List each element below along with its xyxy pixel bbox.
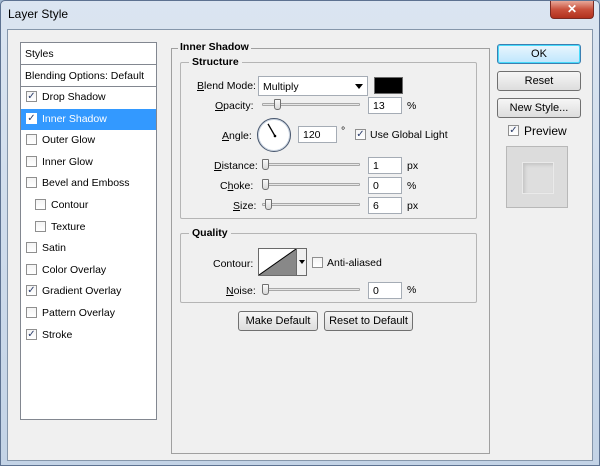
shadow-color-swatch[interactable] xyxy=(374,77,403,94)
style-checkbox[interactable]: ✓ xyxy=(26,328,37,340)
distance-label: Distance: xyxy=(214,160,258,172)
style-item-drop-shadow[interactable]: ✓ Drop Shadow xyxy=(21,87,156,109)
blending-options-item[interactable]: Blending Options: Default xyxy=(21,65,156,87)
style-item-label: Outer Glow xyxy=(42,134,96,147)
style-preview-thumbnail xyxy=(506,146,568,208)
preview-checkbox[interactable]: ✓ xyxy=(508,125,519,136)
angle-dial[interactable] xyxy=(257,118,291,152)
style-item-label: Pattern Overlay xyxy=(42,306,115,319)
style-item-label: Inner Glow xyxy=(42,155,93,168)
style-item-inner-shadow[interactable]: ✓ Inner Shadow xyxy=(21,108,156,131)
close-icon: ✕ xyxy=(566,2,578,16)
blend-mode-select[interactable]: Multiply xyxy=(258,76,368,96)
style-item-label: Stroke xyxy=(42,328,73,341)
opacity-label: Opacity: xyxy=(215,100,254,112)
style-item-pattern-overlay[interactable]: Pattern Overlay xyxy=(21,303,156,325)
style-item-stroke[interactable]: ✓ Stroke xyxy=(21,325,156,347)
contour-preview[interactable] xyxy=(258,248,297,276)
angle-unit: ° xyxy=(341,125,346,137)
style-checkbox[interactable]: ✓ xyxy=(26,91,37,102)
contour-picker-button[interactable] xyxy=(297,248,307,276)
opacity-slider-handle[interactable] xyxy=(273,99,281,110)
use-global-light-label[interactable]: Use Global Light xyxy=(370,129,448,141)
size-slider-handle[interactable] xyxy=(264,199,272,210)
choke-slider-track[interactable] xyxy=(262,183,360,186)
make-default-button[interactable]: Make Default xyxy=(238,311,318,331)
size-input[interactable]: 6 xyxy=(368,197,402,214)
linear-contour-icon xyxy=(259,249,296,275)
style-checkbox[interactable] xyxy=(26,155,37,167)
style-item-bevel-and-emboss[interactable]: Bevel and Emboss xyxy=(21,173,156,195)
anti-aliased-label[interactable]: Anti-aliased xyxy=(327,257,382,269)
size-label: Size: xyxy=(233,200,257,212)
style-checkbox[interactable] xyxy=(26,242,37,254)
opacity-unit: % xyxy=(407,100,417,112)
choke-unit: % xyxy=(407,180,417,192)
anti-aliased-checkbox[interactable] xyxy=(312,257,323,268)
noise-label: Noise: xyxy=(226,285,256,297)
blend-mode-value: Multiply xyxy=(263,81,299,93)
style-item-outer-glow[interactable]: Outer Glow xyxy=(21,130,156,152)
style-checkbox[interactable] xyxy=(26,306,37,318)
style-item-inner-glow[interactable]: Inner Glow xyxy=(21,152,156,174)
blend-mode-label: Blend Mode: xyxy=(197,80,256,92)
size-slider-track[interactable] xyxy=(262,203,360,206)
noise-input[interactable]: 0 xyxy=(368,282,402,299)
style-checkbox[interactable]: ✓ xyxy=(26,112,37,124)
chevron-down-icon xyxy=(355,84,363,89)
style-item-color-overlay[interactable]: Color Overlay xyxy=(21,260,156,282)
style-item-label: Color Overlay xyxy=(42,263,107,276)
style-checkbox[interactable] xyxy=(35,198,46,210)
structure-title: Structure xyxy=(189,56,242,68)
reset-button[interactable]: Reset xyxy=(497,71,581,91)
style-item-label: Satin xyxy=(42,242,66,255)
style-item-label: Inner Shadow xyxy=(42,112,107,125)
noise-unit: % xyxy=(407,284,417,296)
title-bar[interactable]: Layer Style ✕ xyxy=(1,1,599,27)
styles-list: Styles Blending Options: Default ✓ Drop S… xyxy=(20,42,157,420)
new-style-button[interactable]: New Style... xyxy=(497,98,581,118)
noise-slider-handle[interactable] xyxy=(262,284,269,295)
distance-input[interactable]: 1 xyxy=(368,157,402,174)
angle-label: Angle: xyxy=(222,130,252,142)
style-item-satin[interactable]: Satin xyxy=(21,238,156,260)
style-checkbox[interactable] xyxy=(26,134,37,146)
angle-dial-needle xyxy=(267,123,277,138)
style-item-contour[interactable]: Contour xyxy=(21,195,156,217)
distance-slider-track[interactable] xyxy=(262,163,360,166)
style-item-gradient-overlay[interactable]: ✓ Gradient Overlay xyxy=(21,281,156,303)
choke-input[interactable]: 0 xyxy=(368,177,402,194)
size-unit: px xyxy=(407,200,419,212)
close-button[interactable]: ✕ xyxy=(550,1,594,19)
distance-slider-handle[interactable] xyxy=(262,159,269,170)
style-item-texture[interactable]: Texture xyxy=(21,217,156,239)
panel-title: Inner Shadow xyxy=(178,41,251,53)
contour-label: Contour: xyxy=(213,258,254,270)
style-checkbox[interactable] xyxy=(26,263,37,275)
choke-label: Choke: xyxy=(220,180,254,192)
angle-input[interactable]: 120 xyxy=(298,126,337,143)
choke-slider-handle[interactable] xyxy=(262,179,269,190)
style-item-label: Drop Shadow xyxy=(42,91,106,103)
chevron-down-icon xyxy=(299,260,305,264)
window-title: Layer Style xyxy=(8,7,69,21)
use-global-light-checkbox[interactable]: ✓ xyxy=(355,129,366,140)
noise-slider-track[interactable] xyxy=(262,288,360,291)
preview-label[interactable]: Preview xyxy=(524,124,567,138)
style-item-label: Texture xyxy=(51,220,86,233)
style-preview-swatch xyxy=(522,162,554,194)
style-item-label: Bevel and Emboss xyxy=(42,177,130,190)
opacity-input[interactable]: 13 xyxy=(368,97,402,114)
distance-unit: px xyxy=(407,160,419,172)
reset-to-default-button[interactable]: Reset to Default xyxy=(324,311,413,331)
ok-button[interactable]: OK xyxy=(497,44,581,64)
style-checkbox[interactable] xyxy=(26,177,37,189)
styles-header[interactable]: Styles xyxy=(21,43,156,65)
style-checkbox[interactable]: ✓ xyxy=(26,285,37,297)
style-checkbox[interactable] xyxy=(35,220,46,232)
quality-title: Quality xyxy=(189,227,231,239)
style-item-label: Contour xyxy=(51,198,89,211)
style-item-label: Gradient Overlay xyxy=(42,285,122,298)
